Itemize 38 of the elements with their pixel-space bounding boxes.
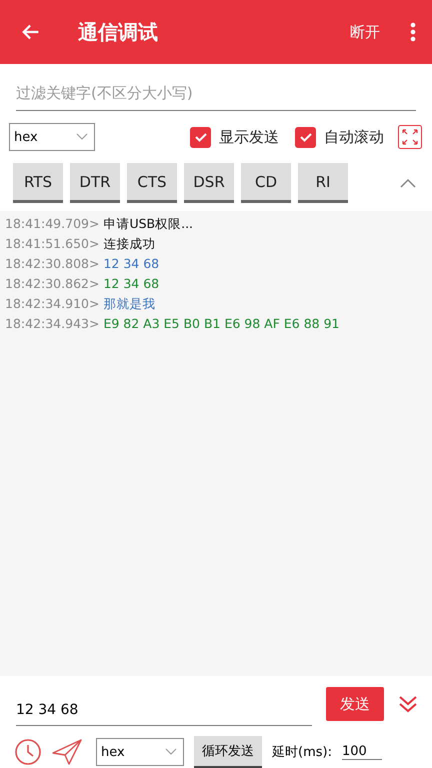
paper-plane-icon[interactable] [52,739,82,765]
disconnect-button[interactable]: 断开 [346,18,384,46]
fullscreen-icon[interactable] [398,125,422,149]
signal-button[interactable]: DSR [184,163,234,203]
checkbox-label: 显示发送 [219,128,279,146]
loop-send-button[interactable]: 循环发送 [194,736,262,768]
chevron-down-icon [165,748,177,756]
format-dropdown[interactable]: hex [96,738,184,766]
log-time: 18:41:49.709> [5,216,100,231]
delay-label: 延时(ms): [272,744,332,761]
log-message: 12 34 68 [103,276,160,291]
signal-button[interactable]: RTS [13,163,63,203]
log-time: 18:42:34.943> [5,316,100,331]
log-message: 那就是我 [103,296,156,311]
signal-button[interactable]: RI [298,163,348,203]
double-chevron-icon[interactable] [398,694,418,714]
signal-button[interactable]: DTR [70,163,120,203]
collapse-icon[interactable] [400,178,416,188]
checkbox-label: 自动滚动 [324,128,384,146]
log-time: 18:42:34.910> [5,296,100,311]
screen-title: 通信调试 [78,18,159,46]
log-message: 申请USB权限... [103,216,194,231]
log-time: 18:42:30.862> [5,276,100,291]
delay-field[interactable]: 100 [342,744,382,760]
signal-button[interactable]: CTS [127,163,177,203]
checkbox[interactable] [295,126,316,148]
clock-icon[interactable] [14,738,42,766]
chevron-down-icon [76,133,88,141]
more-icon[interactable] [410,22,416,42]
log-message: 12 34 68 [103,256,160,271]
send-button[interactable]: 发送 [326,687,384,721]
log-message: E9 82 A3 E5 B0 B1 E6 98 AF E6 88 91 [103,316,340,331]
log-time: 18:41:51.650> [5,236,100,251]
signal-button[interactable]: CD [241,163,291,203]
format-dropdown[interactable]: hex [9,123,95,151]
log-message: 连接成功 [103,236,156,251]
checkbox[interactable] [190,126,211,148]
log-time: 18:42:30.808> [5,256,100,271]
